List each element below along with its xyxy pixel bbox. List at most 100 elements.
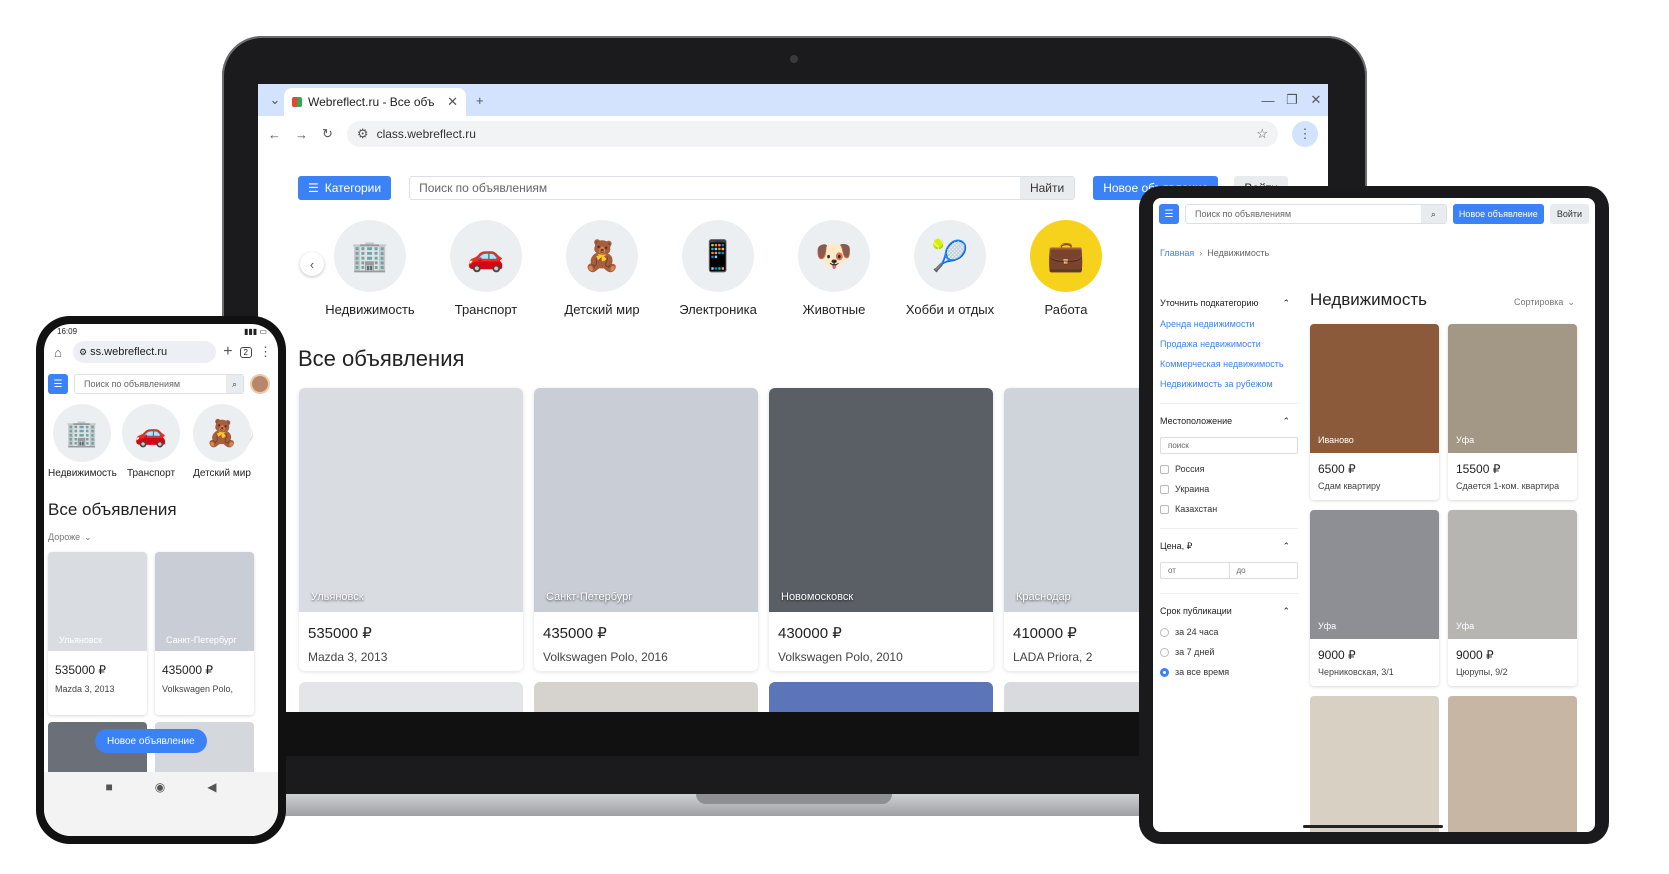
listing-location: Уфа bbox=[1456, 435, 1475, 445]
date-radio[interactable]: за 7 дней bbox=[1160, 647, 1298, 657]
category-item[interactable]: 🎾 Хобби и отдых bbox=[892, 220, 1008, 317]
listing-card[interactable]: Уфа 15500 ₽ Сдается 1-ком. квартира bbox=[1448, 324, 1577, 500]
briefcase-icon: 💼 bbox=[1030, 220, 1102, 292]
country-checkbox[interactable]: Россия bbox=[1160, 464, 1298, 474]
date-label: за 7 дней bbox=[1175, 647, 1215, 657]
menu-button[interactable]: ☰ bbox=[1159, 204, 1179, 224]
minimize-icon[interactable]: — bbox=[1256, 93, 1280, 108]
devices-icon: 📱 bbox=[682, 220, 754, 292]
filter-date-header[interactable]: Срок публикации ⌃ bbox=[1160, 606, 1298, 617]
category-item[interactable]: 🚗 Транспорт bbox=[120, 404, 182, 479]
new-tab-icon[interactable]: + bbox=[476, 93, 484, 108]
phone-url: ss.webreflect.ru bbox=[90, 346, 168, 358]
listing-card[interactable]: Санкт-Петербург 435000 ₽ Volkswagen Polo… bbox=[155, 552, 254, 715]
country-checkbox[interactable]: Казахстан bbox=[1160, 504, 1298, 514]
date-radio[interactable]: за 24 часа bbox=[1160, 627, 1298, 637]
forward-icon[interactable]: → bbox=[295, 127, 308, 142]
tab-count[interactable]: 2 bbox=[239, 346, 252, 358]
category-item[interactable]: 🧸 Детский мир bbox=[188, 404, 256, 479]
category-item[interactable]: 💼 Работа bbox=[1008, 220, 1124, 317]
back-icon[interactable]: ← bbox=[268, 127, 281, 142]
country-checkbox[interactable]: Украина bbox=[1160, 484, 1298, 494]
tablet-search-input[interactable]: Поиск по объявлениям bbox=[1186, 205, 1421, 223]
browser-tab[interactable]: Webreflect.ru - Все объ ✕ bbox=[284, 88, 466, 116]
laptop-notch bbox=[696, 794, 892, 804]
category-item[interactable]: 📱 Электроника bbox=[660, 220, 776, 317]
listing-card[interactable]: Новомосковск 430000 ₽ Volkswagen Polo, 2… bbox=[769, 388, 993, 671]
restore-icon[interactable]: ❐ bbox=[1280, 92, 1304, 108]
filter-location-header[interactable]: Местоположение ⌃ bbox=[1160, 416, 1298, 427]
subcategory-link[interactable]: Аренда недвижимости bbox=[1160, 319, 1298, 329]
subcategory-link[interactable]: Продажа недвижимости bbox=[1160, 339, 1298, 349]
close-tab-icon[interactable]: ✕ bbox=[447, 94, 458, 110]
listing-card[interactable]: Ульяновск 535000 ₽ Mazda 3, 2013 bbox=[48, 552, 147, 715]
menu-kebab-icon[interactable]: ⋮ bbox=[259, 344, 272, 360]
listing-card[interactable]: Иваново 6500 ₽ Сдам квартиру bbox=[1310, 324, 1439, 500]
sort-dropdown[interactable]: Сортировка ⌄ bbox=[1514, 297, 1575, 308]
close-window-icon[interactable]: ✕ bbox=[1304, 92, 1328, 108]
phone-search-input[interactable]: Поиск по объявлениям bbox=[75, 375, 226, 393]
next-row-photo bbox=[299, 682, 523, 712]
subcategory-link[interactable]: Коммерческая недвижимость bbox=[1160, 359, 1298, 369]
listing-price: 535000 ₽ bbox=[55, 663, 107, 677]
search-input[interactable]: Поиск по объявлениям bbox=[410, 177, 1020, 199]
listing-price: 9000 ₽ bbox=[1318, 648, 1356, 662]
new-tab-icon[interactable]: + bbox=[223, 343, 232, 361]
listing-card[interactable]: Санкт-Петербург 435000 ₽ Volkswagen Polo… bbox=[534, 388, 758, 671]
bookmark-star-icon[interactable]: ☆ bbox=[1256, 126, 1268, 142]
next-row-photo bbox=[1310, 696, 1439, 832]
filter-price-header[interactable]: Цена, ₽ ⌃ bbox=[1160, 541, 1298, 552]
location-search-input[interactable]: поиск bbox=[1160, 437, 1298, 454]
carousel-prev-icon[interactable]: ‹ bbox=[300, 252, 324, 276]
home-circle-icon[interactable]: ◉ bbox=[155, 780, 165, 836]
price-from-input[interactable]: от bbox=[1161, 563, 1230, 578]
floating-new-ad-button[interactable]: Новое объявление bbox=[95, 729, 207, 753]
breadcrumb: Главная › Недвижимость bbox=[1160, 248, 1269, 258]
listing-card[interactable]: Уфа 9000 ₽ Черниковская, 3/1 bbox=[1310, 510, 1439, 686]
listing-title: Mazda 3, 2013 bbox=[308, 650, 388, 664]
date-radio-selected[interactable]: за все время bbox=[1160, 667, 1298, 677]
address-bar-row: ← → ↻ ⚙ class.webreflect.ru ☆ ⋮ bbox=[258, 116, 1328, 152]
listing-title: Volkswagen Polo, 2016 bbox=[543, 650, 668, 664]
subcategory-link[interactable]: Недвижимость за рубежом bbox=[1160, 379, 1298, 389]
filter-title: Срок публикации bbox=[1160, 606, 1232, 616]
reload-icon[interactable]: ↻ bbox=[322, 126, 333, 142]
tab-list-chevron-icon[interactable]: ⌄ bbox=[266, 92, 284, 108]
category-item[interactable]: 🚗 Транспорт bbox=[428, 220, 544, 317]
back-triangle-icon[interactable]: ◀ bbox=[207, 780, 216, 836]
phone-address-bar[interactable]: ⚙ ss.webreflect.ru bbox=[73, 341, 217, 363]
category-item[interactable]: 🧸 Детский мир bbox=[544, 220, 660, 317]
price-to-input[interactable]: до bbox=[1230, 563, 1298, 578]
menu-kebab-icon[interactable]: ⋮ bbox=[1292, 121, 1318, 147]
sort-dropdown[interactable]: Дороже ⌄ bbox=[48, 532, 92, 543]
category-item[interactable]: 🐶 Животные bbox=[776, 220, 892, 317]
categories-button[interactable]: ☰ Категории bbox=[298, 176, 392, 200]
battery-icon: ▮▮▮ ▭ bbox=[244, 327, 267, 336]
menu-button[interactable]: ☰ bbox=[48, 374, 68, 394]
filter-subcategory-header[interactable]: Уточнить подкатегорию ⌃ bbox=[1160, 298, 1298, 309]
chevron-up-icon: ⌃ bbox=[1282, 606, 1290, 616]
date-label: за 24 часа bbox=[1175, 627, 1219, 637]
tablet-device: ☰ Поиск по объявлениям ⌕ Новое объявлени… bbox=[1139, 186, 1609, 844]
toys-icon: 🧸 bbox=[566, 220, 638, 292]
search-icon[interactable]: ⌕ bbox=[225, 375, 243, 393]
category-item[interactable]: 🏢 Недвижимость bbox=[48, 404, 117, 479]
category-item[interactable]: 🏢 Недвижимость bbox=[312, 220, 428, 317]
address-bar[interactable]: ⚙ class.webreflect.ru ☆ bbox=[346, 121, 1278, 147]
breadcrumb-home[interactable]: Главная bbox=[1160, 248, 1194, 258]
radio-icon bbox=[1160, 647, 1169, 657]
search-button[interactable]: Найти bbox=[1019, 177, 1075, 199]
avatar[interactable] bbox=[250, 374, 270, 394]
tablet-new-ad-button[interactable]: Новое объявление bbox=[1452, 204, 1544, 224]
home-icon[interactable]: ⌂ bbox=[50, 345, 66, 360]
car-icon: 🚗 bbox=[122, 404, 180, 462]
radio-selected-icon bbox=[1160, 667, 1169, 677]
recents-icon[interactable]: ■ bbox=[106, 780, 113, 836]
site-info-icon[interactable]: ⚙ bbox=[357, 126, 369, 142]
search-icon[interactable]: ⌕ bbox=[1420, 205, 1446, 223]
listing-photo: Ульяновск bbox=[48, 552, 147, 651]
tablet-login-button[interactable]: Войти bbox=[1549, 204, 1589, 224]
listing-photo: Новомосковск bbox=[769, 388, 993, 612]
listing-card[interactable]: Уфа 9000 ₽ Цюрупы, 9/2 bbox=[1448, 510, 1577, 686]
listing-card[interactable]: Ульяновск 535000 ₽ Mazda 3, 2013 bbox=[299, 388, 523, 671]
